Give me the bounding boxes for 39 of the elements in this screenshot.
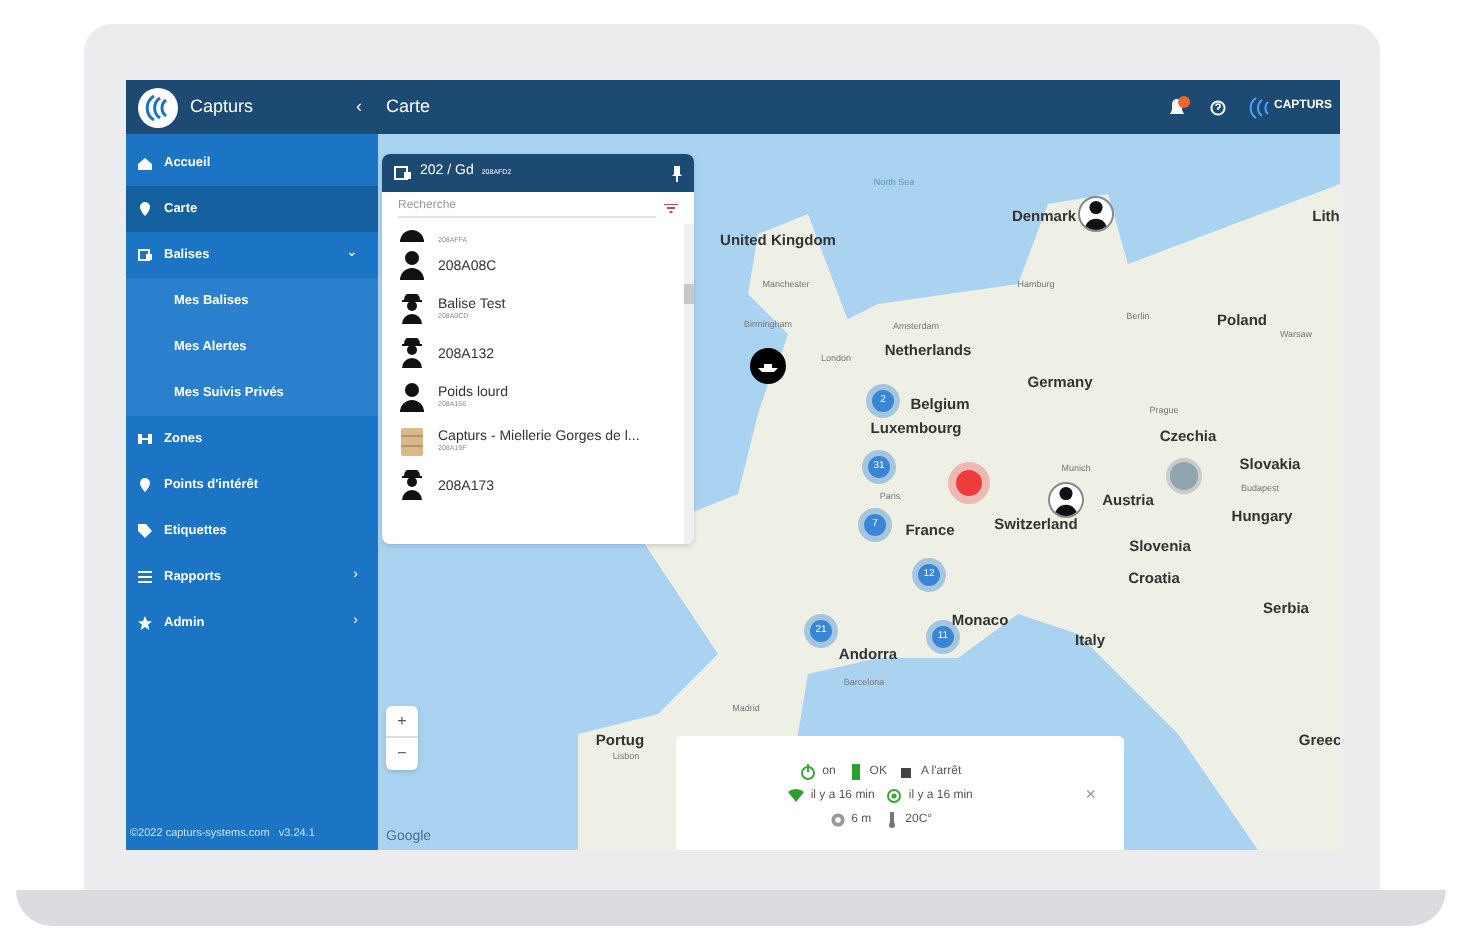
signal-icon	[788, 788, 805, 804]
beehive-icon	[398, 426, 426, 458]
location-pin-icon	[138, 478, 152, 492]
person-icon	[1082, 200, 1110, 230]
home-icon	[138, 156, 152, 170]
device-icon	[394, 166, 412, 180]
person-avatar-icon	[398, 228, 426, 244]
tag-icon	[138, 524, 152, 538]
brand-logo-icon	[1245, 95, 1270, 119]
power-icon	[800, 764, 817, 780]
pin-icon[interactable]	[672, 165, 682, 181]
app-name: Capturs	[190, 93, 254, 120]
person-icon	[1052, 486, 1080, 516]
list-icon	[138, 570, 152, 584]
filter-icon[interactable]	[664, 203, 678, 213]
thermometer-icon	[883, 812, 900, 828]
target-icon	[829, 812, 846, 828]
close-button[interactable]: ×	[1085, 782, 1096, 810]
vessel-marker[interactable]	[750, 348, 786, 384]
scrollbar[interactable]	[684, 224, 694, 544]
star-icon	[138, 616, 152, 630]
worker-avatar-icon	[398, 338, 426, 370]
logo-icon	[138, 87, 178, 127]
help-icon[interactable]	[1209, 99, 1226, 115]
collapse-button[interactable]: ‹	[356, 93, 362, 121]
zone-icon	[138, 432, 152, 446]
ship-icon	[758, 361, 778, 371]
zoom-out-button[interactable]: −	[386, 738, 418, 770]
worker-avatar-icon	[398, 470, 426, 502]
bell-icon[interactable]	[1165, 96, 1190, 118]
device-icon	[138, 248, 152, 262]
zoom-in-button[interactable]: +	[386, 706, 418, 738]
person-avatar-icon	[398, 382, 426, 414]
worker-avatar-icon	[398, 294, 426, 326]
gps-icon	[886, 788, 903, 804]
page-title: Carte	[386, 93, 431, 120]
stop-icon	[898, 764, 915, 780]
person-avatar-icon	[398, 250, 426, 282]
location-pin-icon	[138, 202, 152, 216]
